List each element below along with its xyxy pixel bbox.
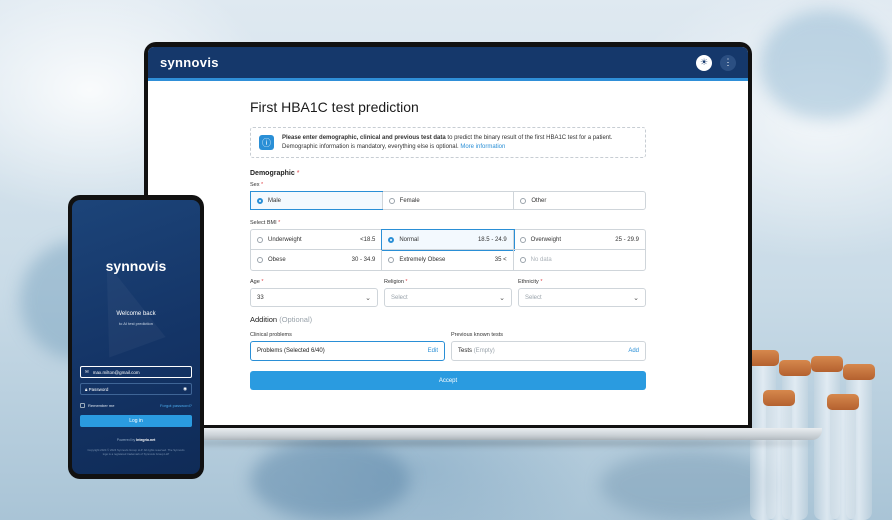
clinical-problems-field[interactable]: Problems (Selected 6/40) Edit	[250, 341, 445, 361]
phone-logo: synnovis	[105, 258, 167, 274]
laptop-shadow	[140, 440, 812, 446]
sex-label: Sex *	[250, 182, 264, 188]
info-line2: Demographic information is mandatory, ev…	[282, 144, 459, 150]
bmi-option-extremely-obese[interactable]: Extremely Obese 35 <	[382, 250, 514, 270]
religion-select[interactable]: Select ⌄	[384, 288, 512, 307]
accept-button[interactable]: Accept	[250, 371, 646, 390]
chevron-down-icon: ⌄	[633, 294, 639, 302]
remember-me-checkbox[interactable]: Remember me	[80, 403, 114, 409]
addition-fields: Clinical problems Problems (Selected 6/4…	[250, 332, 646, 361]
phone-frame: synnovis Welcome back to AI test predict…	[68, 195, 204, 479]
chevron-down-icon: ⌄	[499, 294, 505, 302]
age-select[interactable]: 33 ⌄	[250, 288, 378, 307]
radio-icon	[257, 197, 263, 204]
welcome-title: Welcome back	[116, 311, 156, 317]
password-field[interactable]: 🔒︎ Password ◉	[80, 383, 192, 395]
radio-icon	[257, 257, 263, 263]
radio-icon	[519, 257, 526, 263]
info-icon: ⓘ	[259, 135, 274, 150]
bmi-option-no-data[interactable]: No data	[514, 250, 645, 270]
clinical-problems-label: Clinical problems	[250, 332, 292, 338]
radio-icon	[388, 236, 395, 243]
copyright-text: Copyright 2024 © 2024 Synnovis Group LLP…	[87, 448, 185, 456]
previous-tests-label: Previous known tests	[451, 332, 503, 338]
ethnicity-label: Ethnicity *	[518, 279, 543, 285]
ethnicity-select[interactable]: Select ⌄	[518, 288, 646, 307]
radio-icon	[257, 236, 263, 243]
app-header: synnovis ☀ ⋮	[148, 47, 748, 81]
page-title: First HBA1C test prediction	[250, 99, 419, 115]
laptop-base	[130, 428, 822, 440]
lock-icon: 🔒︎	[85, 386, 88, 392]
background-blur	[760, 10, 890, 120]
more-vertical-icon[interactable]: ⋮	[720, 54, 736, 71]
powered-by: Powered by Integrio.net	[116, 438, 156, 442]
mail-icon: ✉	[85, 369, 89, 374]
chevron-down-icon: ⌄	[365, 294, 371, 302]
radio-icon	[519, 236, 526, 243]
info-sentence: to predict the binary result of the firs…	[445, 135, 613, 141]
radio-icon	[388, 197, 395, 204]
bmi-option-underweight[interactable]: Underweight <18.5	[251, 230, 383, 250]
sex-option-male[interactable]: Male	[250, 191, 383, 210]
app-logo[interactable]: synnovis	[160, 55, 219, 70]
form-content: First HBA1C test prediction ⓘ Please ent…	[148, 81, 748, 390]
info-bold: Please enter demographic, clinical and p…	[282, 135, 446, 141]
background-blur	[250, 440, 410, 520]
login-options: Remember me Forgot password?	[80, 403, 192, 409]
laptop-screen: synnovis ☀ ⋮ First HBA1C test prediction…	[148, 47, 748, 425]
addition-title: Addition (Optional)	[250, 315, 313, 324]
sun-icon[interactable]: ☀	[696, 54, 712, 71]
demographic-selects: Age * 33 ⌄ Religion * Select ⌄ Ethnicity *…	[250, 279, 646, 307]
edit-button[interactable]: Edit	[428, 348, 438, 354]
sex-option-other[interactable]: Other	[513, 192, 645, 209]
religion-label: Religion *	[384, 279, 408, 285]
bmi-option-overweight[interactable]: Overweight 25 - 29.9	[513, 230, 645, 250]
eye-icon[interactable]: ◉	[183, 386, 187, 392]
sex-selector: Male Female Other	[250, 191, 646, 210]
phone-login-screen: synnovis Welcome back to AI test predict…	[72, 200, 200, 474]
radio-icon	[520, 197, 527, 204]
welcome-subtitle: to AI test prediction	[118, 321, 154, 326]
info-text: Please enter demographic, clinical and p…	[282, 134, 612, 152]
add-button[interactable]: Add	[628, 348, 639, 354]
bmi-selector: Underweight <18.5 Normal 18.5 - 24.9 Overw…	[250, 229, 646, 271]
forgot-password-link[interactable]: Forgot password?	[160, 403, 192, 408]
bmi-option-obese[interactable]: Obese 30 - 34.9	[251, 250, 383, 270]
more-information-link[interactable]: More information	[460, 144, 505, 150]
info-box: ⓘ Please enter demographic, clinical and…	[250, 127, 646, 158]
laptop-frame: synnovis ☀ ⋮ First HBA1C test prediction…	[144, 42, 752, 428]
email-field[interactable]: ✉ max.milton@gmail.com	[80, 366, 192, 378]
login-button[interactable]: Log in	[80, 415, 192, 427]
bmi-option-normal[interactable]: Normal 18.5 - 24.9	[381, 229, 515, 251]
radio-icon	[388, 257, 395, 263]
previous-tests-field[interactable]: Tests (Empty) Add	[451, 341, 646, 361]
demographic-title: Demographic *	[250, 170, 300, 177]
age-label: Age *	[250, 279, 264, 285]
sex-option-female[interactable]: Female	[381, 192, 514, 209]
bmi-label: Select BMI *	[250, 220, 281, 226]
